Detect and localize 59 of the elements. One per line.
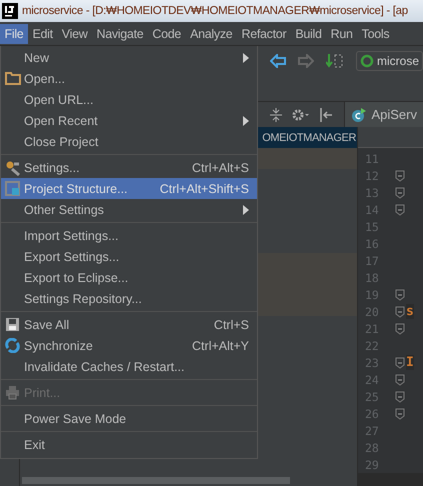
menu-item[interactable]: Open URL... — [1, 89, 257, 110]
sync-icon — [5, 338, 20, 353]
menu-item[interactable]: Open Recent — [1, 110, 257, 131]
app-logo-icon — [2, 3, 18, 19]
menu-item[interactable]: Settings Repository... — [1, 288, 257, 309]
menu-item[interactable]: Power Save Mode — [1, 408, 257, 429]
menu-item[interactable]: Export Settings... — [1, 246, 257, 267]
menu-item[interactable]: Settings... Ctrl+Alt+S — [1, 157, 257, 178]
hide-panel-icon[interactable] — [320, 108, 332, 122]
menu-item[interactable]: Synchronize Ctrl+Alt+Y — [1, 335, 257, 356]
fold-marker-icon[interactable] — [395, 356, 405, 368]
menu-item[interactable]: New — [1, 47, 257, 68]
collapse-icon[interactable] — [270, 108, 282, 122]
code-text: I — [406, 355, 414, 370]
fold-marker-icon[interactable] — [395, 170, 405, 182]
fold-marker-icon[interactable] — [395, 288, 405, 300]
menu-item[interactable]: Open... — [1, 68, 257, 89]
code-text: s — [406, 304, 414, 319]
menu-bar-item[interactable]: Tools — [357, 24, 394, 44]
menu-bar-item[interactable]: Build — [290, 24, 326, 44]
wrench-gear-icon — [4, 160, 20, 176]
run-configuration-dropdown[interactable]: microse — [356, 51, 423, 71]
menu-bar-item[interactable]: File — [0, 24, 28, 44]
fold-marker-icon[interactable] — [395, 374, 405, 386]
menu-bar-item[interactable]: Refactor — [236, 24, 291, 44]
horizontal-scrollbar[interactable] — [22, 477, 290, 484]
menu-item[interactable]: Save All Ctrl+S — [1, 314, 257, 335]
editor-tab[interactable]: ApiServ — [344, 102, 423, 127]
binary-download-icon[interactable] — [326, 53, 344, 69]
folder-icon — [4, 72, 20, 85]
menu-bar-item[interactable]: Analyze — [186, 24, 237, 44]
printer-icon — [5, 385, 20, 400]
run-config-icon — [360, 54, 374, 68]
fold-marker-icon[interactable] — [395, 306, 405, 318]
menu-item[interactable]: Invalidate Caches / Restart... — [1, 356, 257, 377]
fold-marker-icon[interactable] — [395, 322, 405, 334]
menu-item[interactable]: Exit — [1, 434, 257, 455]
menu-bar-item[interactable]: Edit — [28, 24, 58, 44]
settings-icon[interactable] — [292, 108, 310, 122]
fold-marker-icon[interactable] — [395, 390, 405, 402]
menu-item[interactable]: Other Settings — [1, 199, 257, 220]
grid-icon — [5, 181, 20, 196]
menu-item[interactable]: Import Settings... — [1, 225, 257, 246]
menu-bar-item[interactable]: View — [57, 24, 92, 44]
fold-marker-icon[interactable] — [395, 408, 405, 420]
menu-item[interactable]: Project Structure... Ctrl+Alt+Shift+S — [1, 178, 257, 199]
menu-bar-item[interactable]: Run — [326, 24, 358, 44]
fold-marker-icon[interactable] — [395, 186, 405, 198]
menu-bar-item[interactable]: Navigate — [92, 24, 148, 44]
menu-item[interactable]: Export to Eclipse... — [1, 267, 257, 288]
submenu-arrow-icon — [243, 52, 249, 62]
fold-marker-icon[interactable] — [395, 204, 405, 216]
submenu-arrow-icon — [243, 204, 249, 214]
submenu-arrow-icon — [243, 116, 249, 126]
back-arrow-icon[interactable] — [270, 54, 286, 68]
class-file-icon — [351, 106, 368, 122]
window-title: microservice - [D:₩HOMEIOTDEV₩HOMEIOTMANAGER₩microservice] - [ap — [22, 5, 408, 17]
menu-bar-item[interactable]: Code — [148, 24, 186, 44]
menu-item[interactable]: Close Project — [1, 131, 257, 152]
